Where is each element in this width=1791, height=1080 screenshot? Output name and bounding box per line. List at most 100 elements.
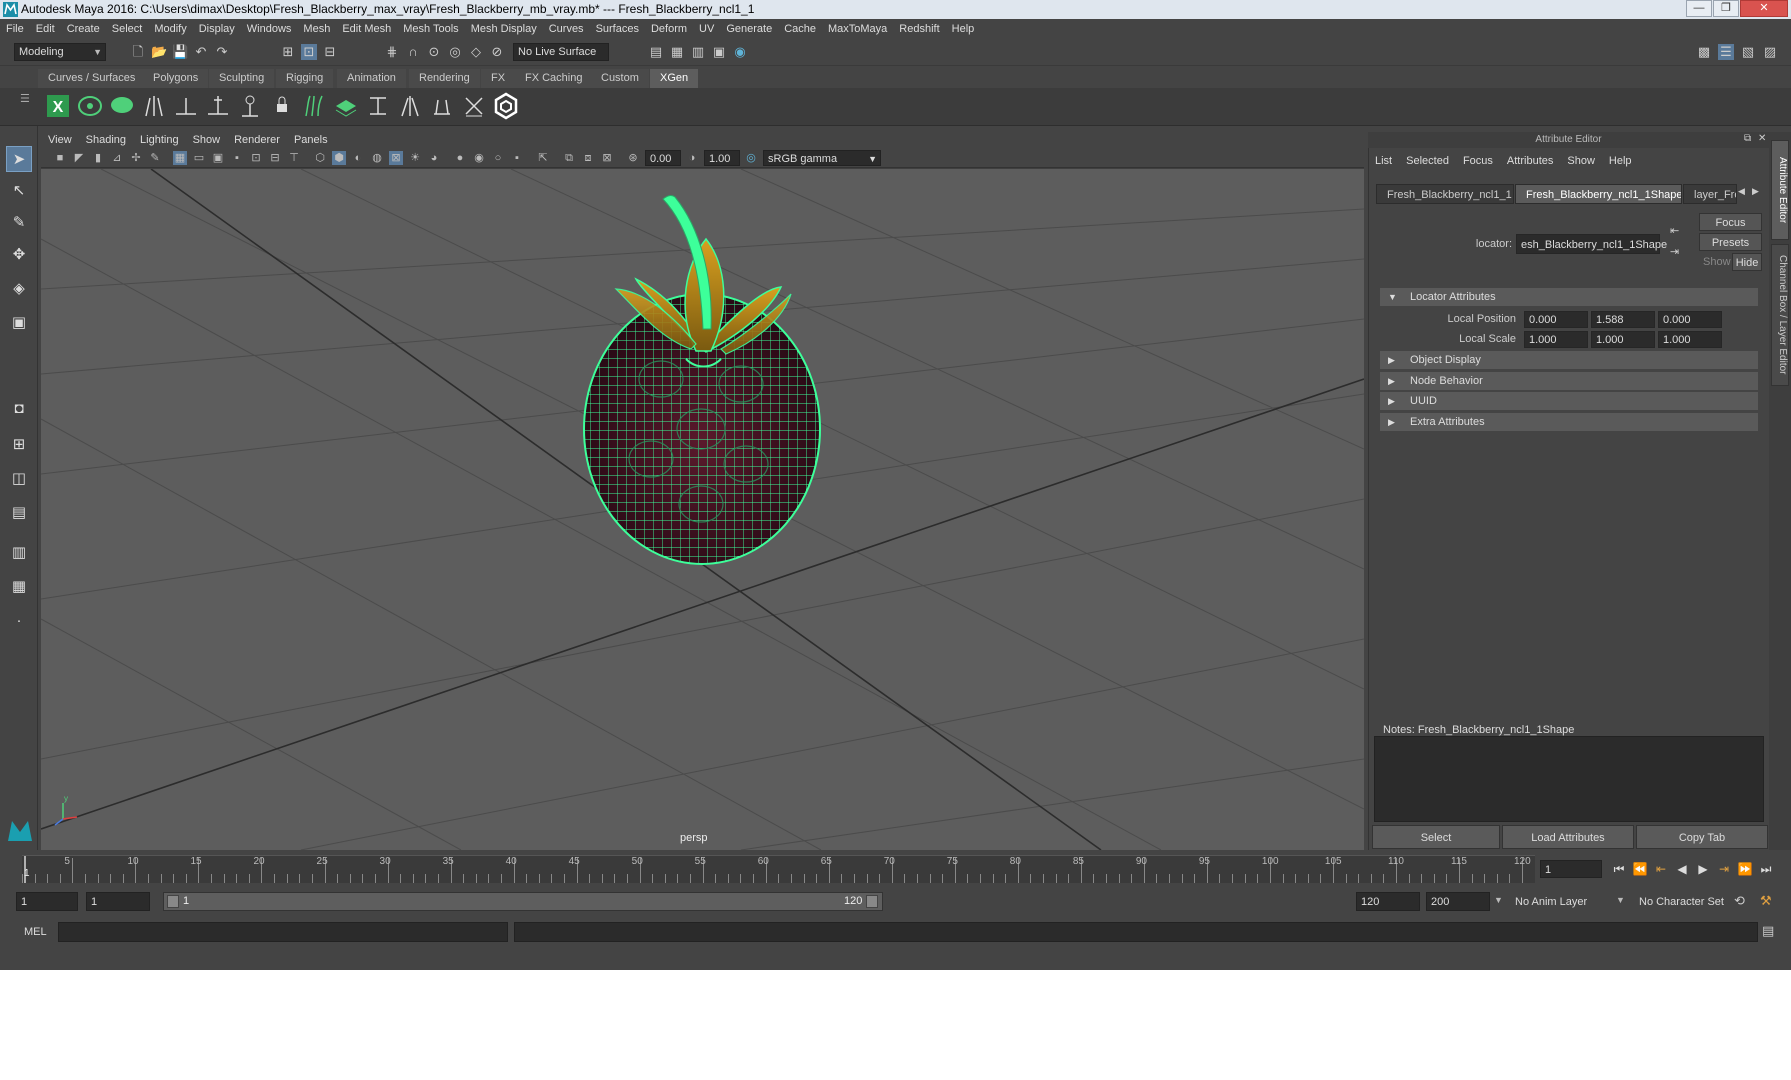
viewport-menu-shading[interactable]: Shading	[79, 132, 133, 148]
workspace-icon[interactable]: ▩	[1696, 44, 1712, 60]
snap-grid-icon[interactable]: ⋕	[384, 44, 400, 60]
two-d-pan-icon[interactable]: ✢	[129, 151, 143, 165]
xgen-cut-icon[interactable]	[428, 92, 456, 120]
local-position-z[interactable]: 0.000	[1658, 311, 1722, 328]
section-uuid[interactable]: ▶ UUID	[1380, 392, 1758, 410]
grease-pencil-icon[interactable]: ✎	[148, 151, 162, 165]
attribute-editor-toggle-icon[interactable]: ☰	[1718, 44, 1734, 60]
step-back-frame-icon[interactable]: ⇤	[1652, 860, 1670, 878]
play-forwards-icon[interactable]: ▶	[1694, 860, 1712, 878]
go-to-input-icon[interactable]: ⇤	[1670, 224, 1679, 237]
side-tab-channel-box[interactable]: Channel Box / Layer Editor	[1771, 244, 1789, 386]
menu-help[interactable]: Help	[946, 19, 981, 39]
step-back-key-icon[interactable]: ⏪	[1631, 860, 1649, 878]
ae-menu-attributes[interactable]: Attributes	[1500, 152, 1560, 170]
outliner-view-icon[interactable]: ▤	[6, 500, 32, 526]
camera-attributes-icon[interactable]: ◤	[72, 151, 86, 165]
safe-title-icon[interactable]: ⊤	[287, 151, 301, 165]
menu-edit[interactable]: Edit	[30, 19, 61, 39]
menu-edit-mesh[interactable]: Edit Mesh	[336, 19, 397, 39]
time-slider-track[interactable]: 5 10 15 20 25 30 35 40 45 50 55 60 65 70 75 80 85 90 95 100…	[22, 855, 1535, 883]
step-forward-frame-icon[interactable]: ⇥	[1715, 860, 1733, 878]
animation-end-field[interactable]: 200	[1426, 892, 1490, 911]
menu-deform[interactable]: Deform	[645, 19, 693, 39]
exposure-field[interactable]: 0.00	[645, 150, 681, 166]
film-gate-icon[interactable]: ▭	[192, 151, 206, 165]
menu-redshift[interactable]: Redshift	[893, 19, 945, 39]
menu-modify[interactable]: Modify	[148, 19, 192, 39]
command-input[interactable]	[58, 922, 508, 942]
render-settings-icon[interactable]: ▤	[648, 44, 664, 60]
tab-scroll-right-icon[interactable]: ▶	[1752, 186, 1759, 197]
select-hierarchy-icon[interactable]: ⊞	[280, 44, 296, 60]
save-scene-icon[interactable]: 💾	[172, 44, 188, 60]
gate-mask-icon[interactable]: ▪	[230, 151, 244, 165]
copy-tab-button[interactable]: Copy Tab	[1636, 825, 1768, 849]
local-position-x[interactable]: 0.000	[1524, 311, 1588, 328]
open-scene-icon[interactable]: 📂	[151, 44, 167, 60]
xgen-move-guide-icon[interactable]	[204, 92, 232, 120]
safe-action-icon[interactable]: ⊟	[268, 151, 282, 165]
ae-menu-selected[interactable]: Selected	[1399, 152, 1456, 170]
bookmark-icon[interactable]: ▮	[91, 151, 105, 165]
xgen-hex-icon[interactable]	[492, 92, 520, 120]
range-end-handle[interactable]	[866, 895, 878, 908]
grid-icon[interactable]: ▦	[173, 151, 187, 165]
menu-surfaces[interactable]: Surfaces	[590, 19, 645, 39]
resolution-gate-icon[interactable]: ▣	[211, 151, 225, 165]
exposure-icon[interactable]: ⊛	[626, 151, 640, 165]
menu-file[interactable]: File	[0, 19, 30, 39]
ipr-render-icon[interactable]: ▥	[690, 44, 706, 60]
viewport-menu-show[interactable]: Show	[186, 132, 228, 148]
render-view-icon[interactable]: ▣	[711, 44, 727, 60]
ae-menu-show[interactable]: Show	[1560, 152, 1602, 170]
side-tab-attribute-editor[interactable]: Attribute Editor	[1771, 140, 1789, 240]
chevron-down-icon[interactable]: ▼	[1616, 895, 1625, 905]
field-chart-icon[interactable]: ⊡	[249, 151, 263, 165]
xgen-clump-icon[interactable]	[396, 92, 424, 120]
snap-projected-icon[interactable]: ◎	[447, 44, 463, 60]
ae-tab-layer[interactable]: layer_Fre	[1683, 184, 1737, 204]
camera-icon[interactable]: ■	[53, 151, 67, 165]
viewport-menu-panels[interactable]: Panels	[287, 132, 335, 148]
tab-scroll-left-icon[interactable]: ◀	[1738, 186, 1745, 197]
hide-button[interactable]: Hide	[1732, 253, 1762, 271]
viewport-menu-view[interactable]: View	[41, 132, 79, 148]
shelf-tab-polygons[interactable]: Polygons	[143, 69, 209, 88]
shelf-tab-sculpting[interactable]: Sculpting	[209, 69, 275, 88]
local-scale-y[interactable]: 1.000	[1591, 331, 1655, 348]
locator-name-field[interactable]: esh_Blackberry_ncl1_1Shape	[1516, 234, 1667, 254]
script-editor-icon[interactable]: ▤	[1762, 923, 1774, 939]
menu-uv[interactable]: UV	[693, 19, 720, 39]
select-button[interactable]: Select	[1372, 825, 1500, 849]
presets-button[interactable]: Presets	[1699, 233, 1762, 251]
paint-select-tool-icon[interactable]: ✎	[6, 210, 32, 236]
live-surface-field[interactable]: No Live Surface	[513, 43, 609, 61]
motion-blur-icon[interactable]: ◉	[472, 151, 486, 165]
shelf-tab-custom[interactable]: Custom	[591, 69, 649, 88]
four-view-icon[interactable]: ⊞	[6, 432, 32, 458]
section-node-behavior[interactable]: ▶ Node Behavior	[1380, 372, 1758, 390]
menu-mesh-tools[interactable]: Mesh Tools	[397, 19, 464, 39]
minimize-button[interactable]: —	[1686, 0, 1712, 17]
menu-create[interactable]: Create	[61, 19, 106, 39]
smooth-shade-icon[interactable]: ⬢	[332, 151, 346, 165]
lasso-tool-icon[interactable]: ↖	[6, 178, 32, 204]
rotate-tool-icon[interactable]: ◈	[6, 276, 32, 302]
range-start-handle[interactable]	[167, 895, 179, 908]
shelf-tab-rigging[interactable]: Rigging	[276, 69, 334, 88]
select-object-icon[interactable]: ⊡	[301, 44, 317, 60]
auto-key-icon[interactable]: ⟲	[1734, 893, 1745, 909]
go-to-output-icon[interactable]: ⇥	[1670, 245, 1679, 258]
notes-textarea[interactable]	[1374, 736, 1764, 822]
load-attributes-button[interactable]: Load Attributes	[1502, 825, 1634, 849]
section-extra-attributes[interactable]: ▶ Extra Attributes	[1380, 413, 1758, 431]
show-button[interactable]: Show	[1703, 256, 1731, 268]
xgen-primitive-icon[interactable]	[76, 92, 104, 120]
xray-icon[interactable]: ⧉	[562, 151, 576, 165]
two-view-icon[interactable]: ◫	[6, 466, 32, 492]
viewport-menu-renderer[interactable]: Renderer	[227, 132, 287, 148]
xgen-sculpt-guide-icon[interactable]	[236, 92, 264, 120]
select-component-icon[interactable]: ⊟	[322, 44, 338, 60]
new-scene-icon[interactable]: 🗋	[130, 44, 146, 60]
